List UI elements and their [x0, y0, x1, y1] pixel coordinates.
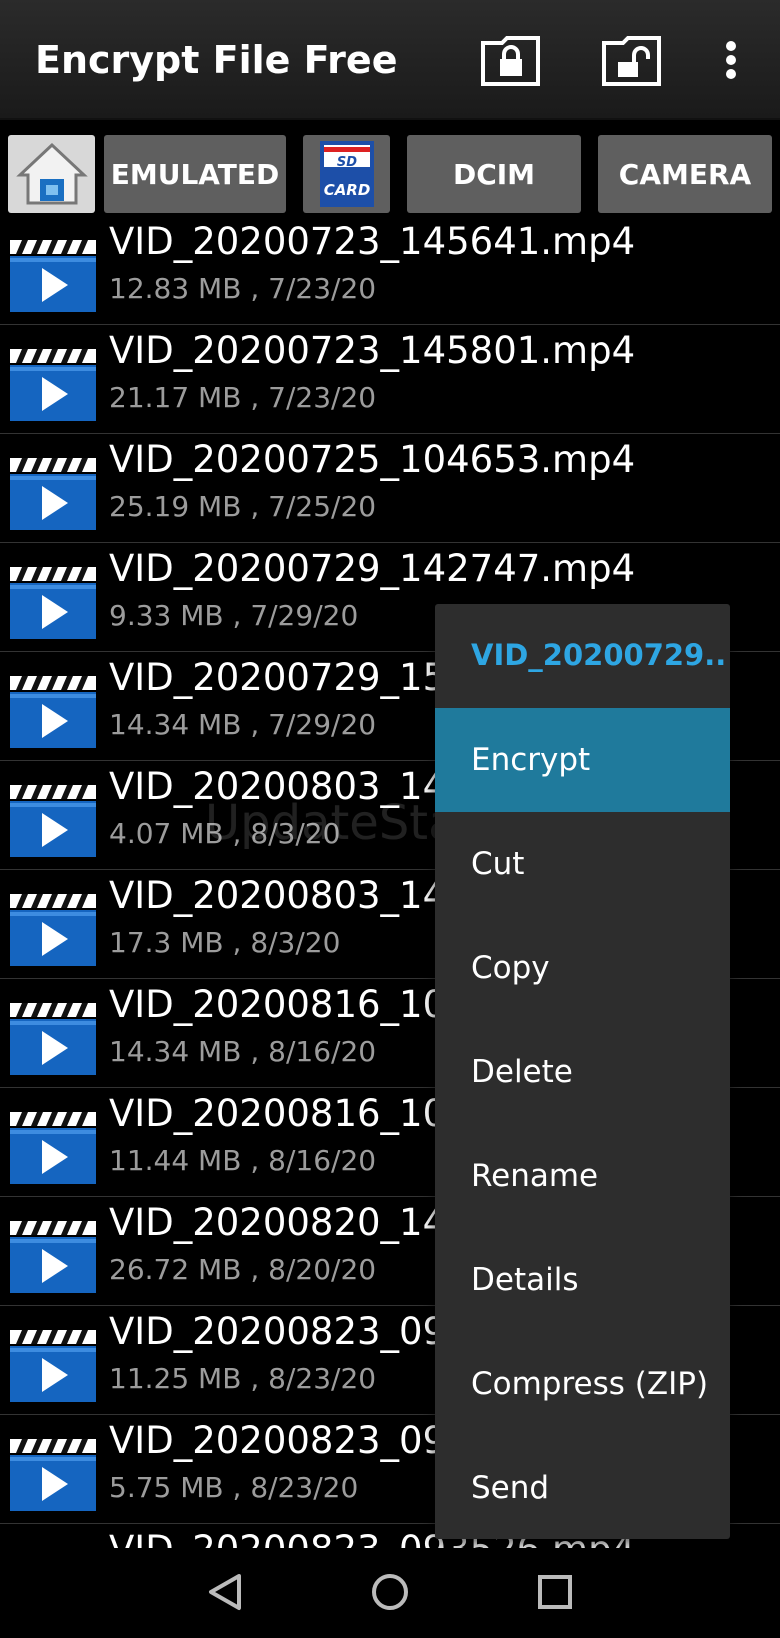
file-meta: 14.34 MB , 7/29/20 [109, 708, 377, 741]
file-name: VID_20200803_144 [109, 765, 470, 808]
video-file-icon [10, 1330, 96, 1402]
file-name: VID_20200823_093 [109, 1310, 470, 1353]
breadcrumb: EMULATED SD CARD DCIM CAMERA [0, 127, 780, 213]
file-meta: 12.83 MB , 7/23/20 [109, 272, 377, 305]
video-file-icon [10, 567, 96, 639]
video-file-icon [10, 894, 96, 966]
file-meta: 21.17 MB , 7/23/20 [109, 381, 377, 414]
context-menu-title: VID_20200729.. [471, 638, 727, 672]
sd-card-crumb[interactable]: SD CARD [303, 135, 390, 213]
menu-item-details[interactable]: Details [435, 1228, 730, 1332]
video-file-icon [10, 349, 96, 421]
menu-item-copy[interactable]: Copy [435, 916, 730, 1020]
file-row[interactable]: VID_20200723_145801.mp4 21.17 MB , 7/23/… [0, 325, 780, 434]
file-name: VID_20200803_145 [109, 874, 470, 917]
menu-item-encrypt[interactable]: Encrypt [435, 708, 730, 812]
video-file-icon [10, 240, 96, 312]
back-icon[interactable] [205, 1572, 243, 1616]
video-file-icon [10, 1221, 96, 1293]
file-meta: 25.19 MB , 7/25/20 [109, 490, 377, 523]
file-name: VID_20200725_104653.mp4 [109, 438, 636, 481]
file-meta: 11.44 MB , 8/16/20 [109, 1144, 377, 1177]
file-meta: 17.3 MB , 8/3/20 [109, 926, 341, 959]
crumb-emulated[interactable]: EMULATED [104, 135, 286, 213]
file-name: VID_20200820_143 [109, 1201, 470, 1244]
video-file-icon [10, 1003, 96, 1075]
file-meta: 4.07 MB , 8/3/20 [109, 817, 341, 850]
file-name: VID_20200729_150 [109, 656, 470, 699]
svg-text:SD: SD [336, 155, 356, 170]
file-meta: 9.33 MB , 7/29/20 [109, 599, 359, 632]
overflow-menu-icon[interactable] [725, 40, 737, 84]
video-file-icon [10, 785, 96, 857]
app-title: Encrypt File Free [35, 38, 398, 82]
video-file-icon [10, 1439, 96, 1511]
video-file-icon [10, 1112, 96, 1184]
file-name: VID_20200823_093 [109, 1419, 470, 1462]
crumb-dcim[interactable]: DCIM [407, 135, 581, 213]
menu-item-rename[interactable]: Rename [435, 1124, 730, 1228]
sd-card-icon: SD CARD [319, 141, 374, 207]
menu-item-send[interactable]: Send [435, 1436, 730, 1540]
menu-item-compress[interactable]: Compress (ZIP) [435, 1332, 730, 1436]
file-meta: 5.75 MB , 8/23/20 [109, 1471, 359, 1504]
menu-item-cut[interactable]: Cut [435, 812, 730, 916]
file-name: VID_20200816_105 [109, 1092, 470, 1135]
menu-item-delete[interactable]: Delete [435, 1020, 730, 1124]
video-file-icon [10, 458, 96, 530]
recents-icon[interactable] [536, 1572, 574, 1616]
file-meta: 14.34 MB , 8/16/20 [109, 1035, 377, 1068]
home-icon [15, 142, 88, 205]
app-bar: Encrypt File Free [0, 0, 780, 120]
video-file-icon [10, 676, 96, 748]
file-name: VID_20200816_105 [109, 983, 470, 1026]
file-meta: 26.72 MB , 8/20/20 [109, 1253, 377, 1286]
lock-folder-icon[interactable] [480, 35, 542, 91]
file-name: VID_20200723_145801.mp4 [109, 329, 636, 372]
crumb-camera[interactable]: CAMERA [598, 135, 772, 213]
file-meta: 11.25 MB , 8/23/20 [109, 1362, 377, 1395]
home-circle-icon[interactable] [370, 1572, 410, 1616]
file-row[interactable]: VID_20200725_104653.mp4 25.19 MB , 7/25/… [0, 434, 780, 543]
file-name: VID_20200723_145641.mp4 [109, 220, 636, 263]
system-nav-bar [0, 1548, 780, 1638]
sd-card-label: CARD [323, 181, 370, 199]
file-name: VID_20200729_142747.mp4 [109, 547, 636, 590]
unlock-folder-icon[interactable] [601, 35, 663, 91]
context-menu: VID_20200729.. Encrypt Cut Copy Delete R… [435, 604, 730, 1539]
home-crumb[interactable] [8, 135, 95, 213]
file-row[interactable]: VID_20200723_145641.mp4 12.83 MB , 7/23/… [0, 216, 780, 325]
